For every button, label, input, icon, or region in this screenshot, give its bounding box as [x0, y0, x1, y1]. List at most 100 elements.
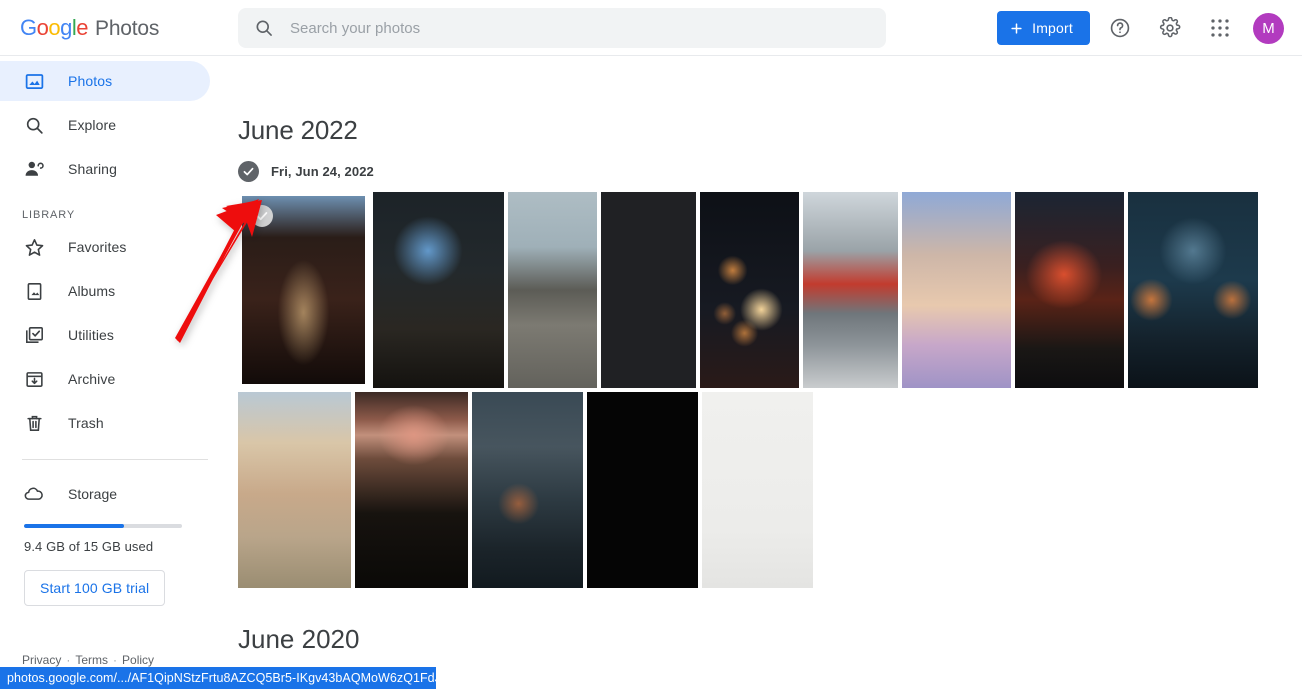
- apps-grid-button[interactable]: [1200, 8, 1240, 48]
- top-bar-actions: Import M: [997, 0, 1284, 56]
- photo-thumbnail-image: [373, 192, 504, 388]
- album-icon: [22, 279, 46, 303]
- photo-thumbnail-image: [355, 392, 468, 588]
- footer-separator-1: ·: [66, 653, 71, 667]
- import-button[interactable]: Import: [997, 11, 1090, 45]
- gear-icon: [1159, 17, 1181, 38]
- photo-newspaper-cars[interactable]: [702, 392, 813, 588]
- search-icon: [22, 113, 46, 137]
- sidebar: Photos Explore Sharing LIBRARY Favorites…: [0, 57, 230, 689]
- sidebar-item-photos[interactable]: Photos: [0, 61, 210, 101]
- utilities-icon: [22, 323, 46, 347]
- sidebar-item-explore[interactable]: Explore: [0, 105, 210, 145]
- search-input[interactable]: [290, 19, 850, 37]
- sidebar-item-favorites[interactable]: Favorites: [0, 227, 210, 267]
- avatar[interactable]: M: [1253, 12, 1284, 44]
- photo-thumbnail-image: [238, 392, 351, 588]
- photo-venice-canal[interactable]: [238, 392, 351, 588]
- privacy-link[interactable]: Privacy: [22, 653, 61, 667]
- photo-street-cyclist[interactable]: [508, 192, 597, 388]
- trash-icon: [22, 411, 46, 435]
- photo-thumbnail-image: [472, 392, 583, 588]
- photo-neon-signs[interactable]: [1015, 192, 1124, 388]
- policy-link[interactable]: Policy: [122, 653, 154, 667]
- check-icon: [243, 167, 254, 175]
- import-button-label: Import: [1032, 20, 1073, 36]
- photo-blue-alley-night[interactable]: [1128, 192, 1258, 388]
- sidebar-item-utilities[interactable]: Utilities: [0, 315, 210, 355]
- photo-ambulance-crossing[interactable]: [803, 192, 898, 388]
- apps-grid-icon: [1211, 19, 1229, 37]
- page-title: June 2022: [238, 115, 358, 145]
- day-header-row: Fri, Jun 24, 2022: [238, 160, 1302, 182]
- sidebar-divider: [22, 459, 208, 460]
- next-month-title: June 2020: [238, 624, 360, 654]
- photo-thumbnail-image: [508, 192, 597, 388]
- selection-checkmark[interactable]: [251, 205, 273, 227]
- search-icon: [254, 18, 274, 38]
- photo-row-2: [238, 392, 1302, 588]
- sidebar-item-storage-label: Storage: [68, 486, 118, 502]
- day-label: Fri, Jun 24, 2022: [271, 163, 374, 179]
- photo-thumbnail-image: [803, 192, 898, 388]
- storage-usage-text: 9.4 GB of 15 GB used: [24, 539, 154, 554]
- day-select-checkbox[interactable]: [238, 160, 259, 182]
- settings-button[interactable]: [1150, 8, 1190, 48]
- photo-thumbnail-image: [902, 192, 1011, 388]
- search-bar[interactable]: [238, 8, 886, 48]
- start-trial-button[interactable]: Start 100 GB trial: [24, 570, 166, 606]
- google-wordmark: Google: [20, 14, 89, 40]
- photo-grid-area: June 2022 Fri, Jun 24, 2022 June 2020: [230, 57, 1302, 689]
- photo-thumbnail-image: [601, 192, 696, 388]
- status-bar-url: photos.google.com/.../AF1QipNStzFrtu8AZC…: [0, 667, 449, 689]
- terms-link[interactable]: Terms: [75, 653, 108, 667]
- help-button[interactable]: [1100, 8, 1140, 48]
- status-bar-url-text: photos.google.com/.../AF1QipNStzFrtu8AZC…: [7, 671, 450, 685]
- product-name: Photos: [95, 16, 160, 40]
- sidebar-item-trash-label: Trash: [68, 415, 104, 431]
- photo-hand-book-pages[interactable]: [355, 392, 468, 588]
- check-icon: [256, 212, 268, 221]
- brand-logo[interactable]: Google Photos: [20, 15, 220, 41]
- star-icon: [22, 235, 46, 259]
- storage-progress-fill: [24, 524, 124, 528]
- photo-thumbnail-image: [702, 392, 813, 588]
- storage-progress-bar: [24, 524, 182, 528]
- sidebar-item-explore-label: Explore: [68, 117, 117, 133]
- photo-icon: [22, 69, 46, 93]
- avatar-letter: M: [1262, 19, 1275, 37]
- photo-vending-machine[interactable]: [601, 192, 696, 388]
- sidebar-item-photos-label: Photos: [68, 73, 113, 89]
- plus-icon: [1011, 22, 1022, 34]
- sidebar-section-library: LIBRARY: [22, 209, 76, 221]
- photo-pastel-street[interactable]: [902, 192, 1011, 388]
- sidebar-item-archive[interactable]: Archive: [0, 359, 210, 399]
- photo-cyberpunk-street[interactable]: [472, 392, 583, 588]
- photo-thumbnail-image: [700, 192, 799, 388]
- photo-thumbnail-image: [1128, 192, 1258, 388]
- photo-alley-red-lanterns[interactable]: [238, 192, 369, 388]
- sidebar-item-storage[interactable]: Storage: [0, 474, 230, 514]
- photo-paper-lanterns[interactable]: [700, 192, 799, 388]
- people-icon: [22, 157, 46, 181]
- sidebar-item-trash[interactable]: Trash: [0, 403, 210, 443]
- sidebar-item-archive-label: Archive: [68, 371, 116, 387]
- archive-icon: [22, 367, 46, 391]
- sidebar-item-favorites-label: Favorites: [68, 239, 127, 255]
- google-photos-app: Google Photos Import: [0, 0, 1302, 689]
- photo-stairs-blue-light[interactable]: [373, 192, 504, 388]
- sidebar-item-sharing-label: Sharing: [68, 161, 117, 177]
- sidebar-item-albums[interactable]: Albums: [0, 271, 210, 311]
- footer-links: Privacy · Terms · Policy: [22, 653, 154, 667]
- sidebar-item-utilities-label: Utilities: [68, 327, 115, 343]
- sidebar-item-albums-label: Albums: [68, 283, 116, 299]
- cloud-icon: [22, 482, 46, 506]
- footer-separator-2: ·: [113, 653, 118, 667]
- sidebar-item-sharing[interactable]: Sharing: [0, 149, 210, 189]
- photo-thumbnail-image: [587, 392, 698, 588]
- photo-thumbnail-image: [1015, 192, 1124, 388]
- photo-row-1: [238, 192, 1302, 388]
- top-bar: Google Photos Import: [0, 0, 1302, 56]
- photo-black-bw-frame[interactable]: [587, 392, 698, 588]
- help-circle-icon: [1110, 18, 1130, 38]
